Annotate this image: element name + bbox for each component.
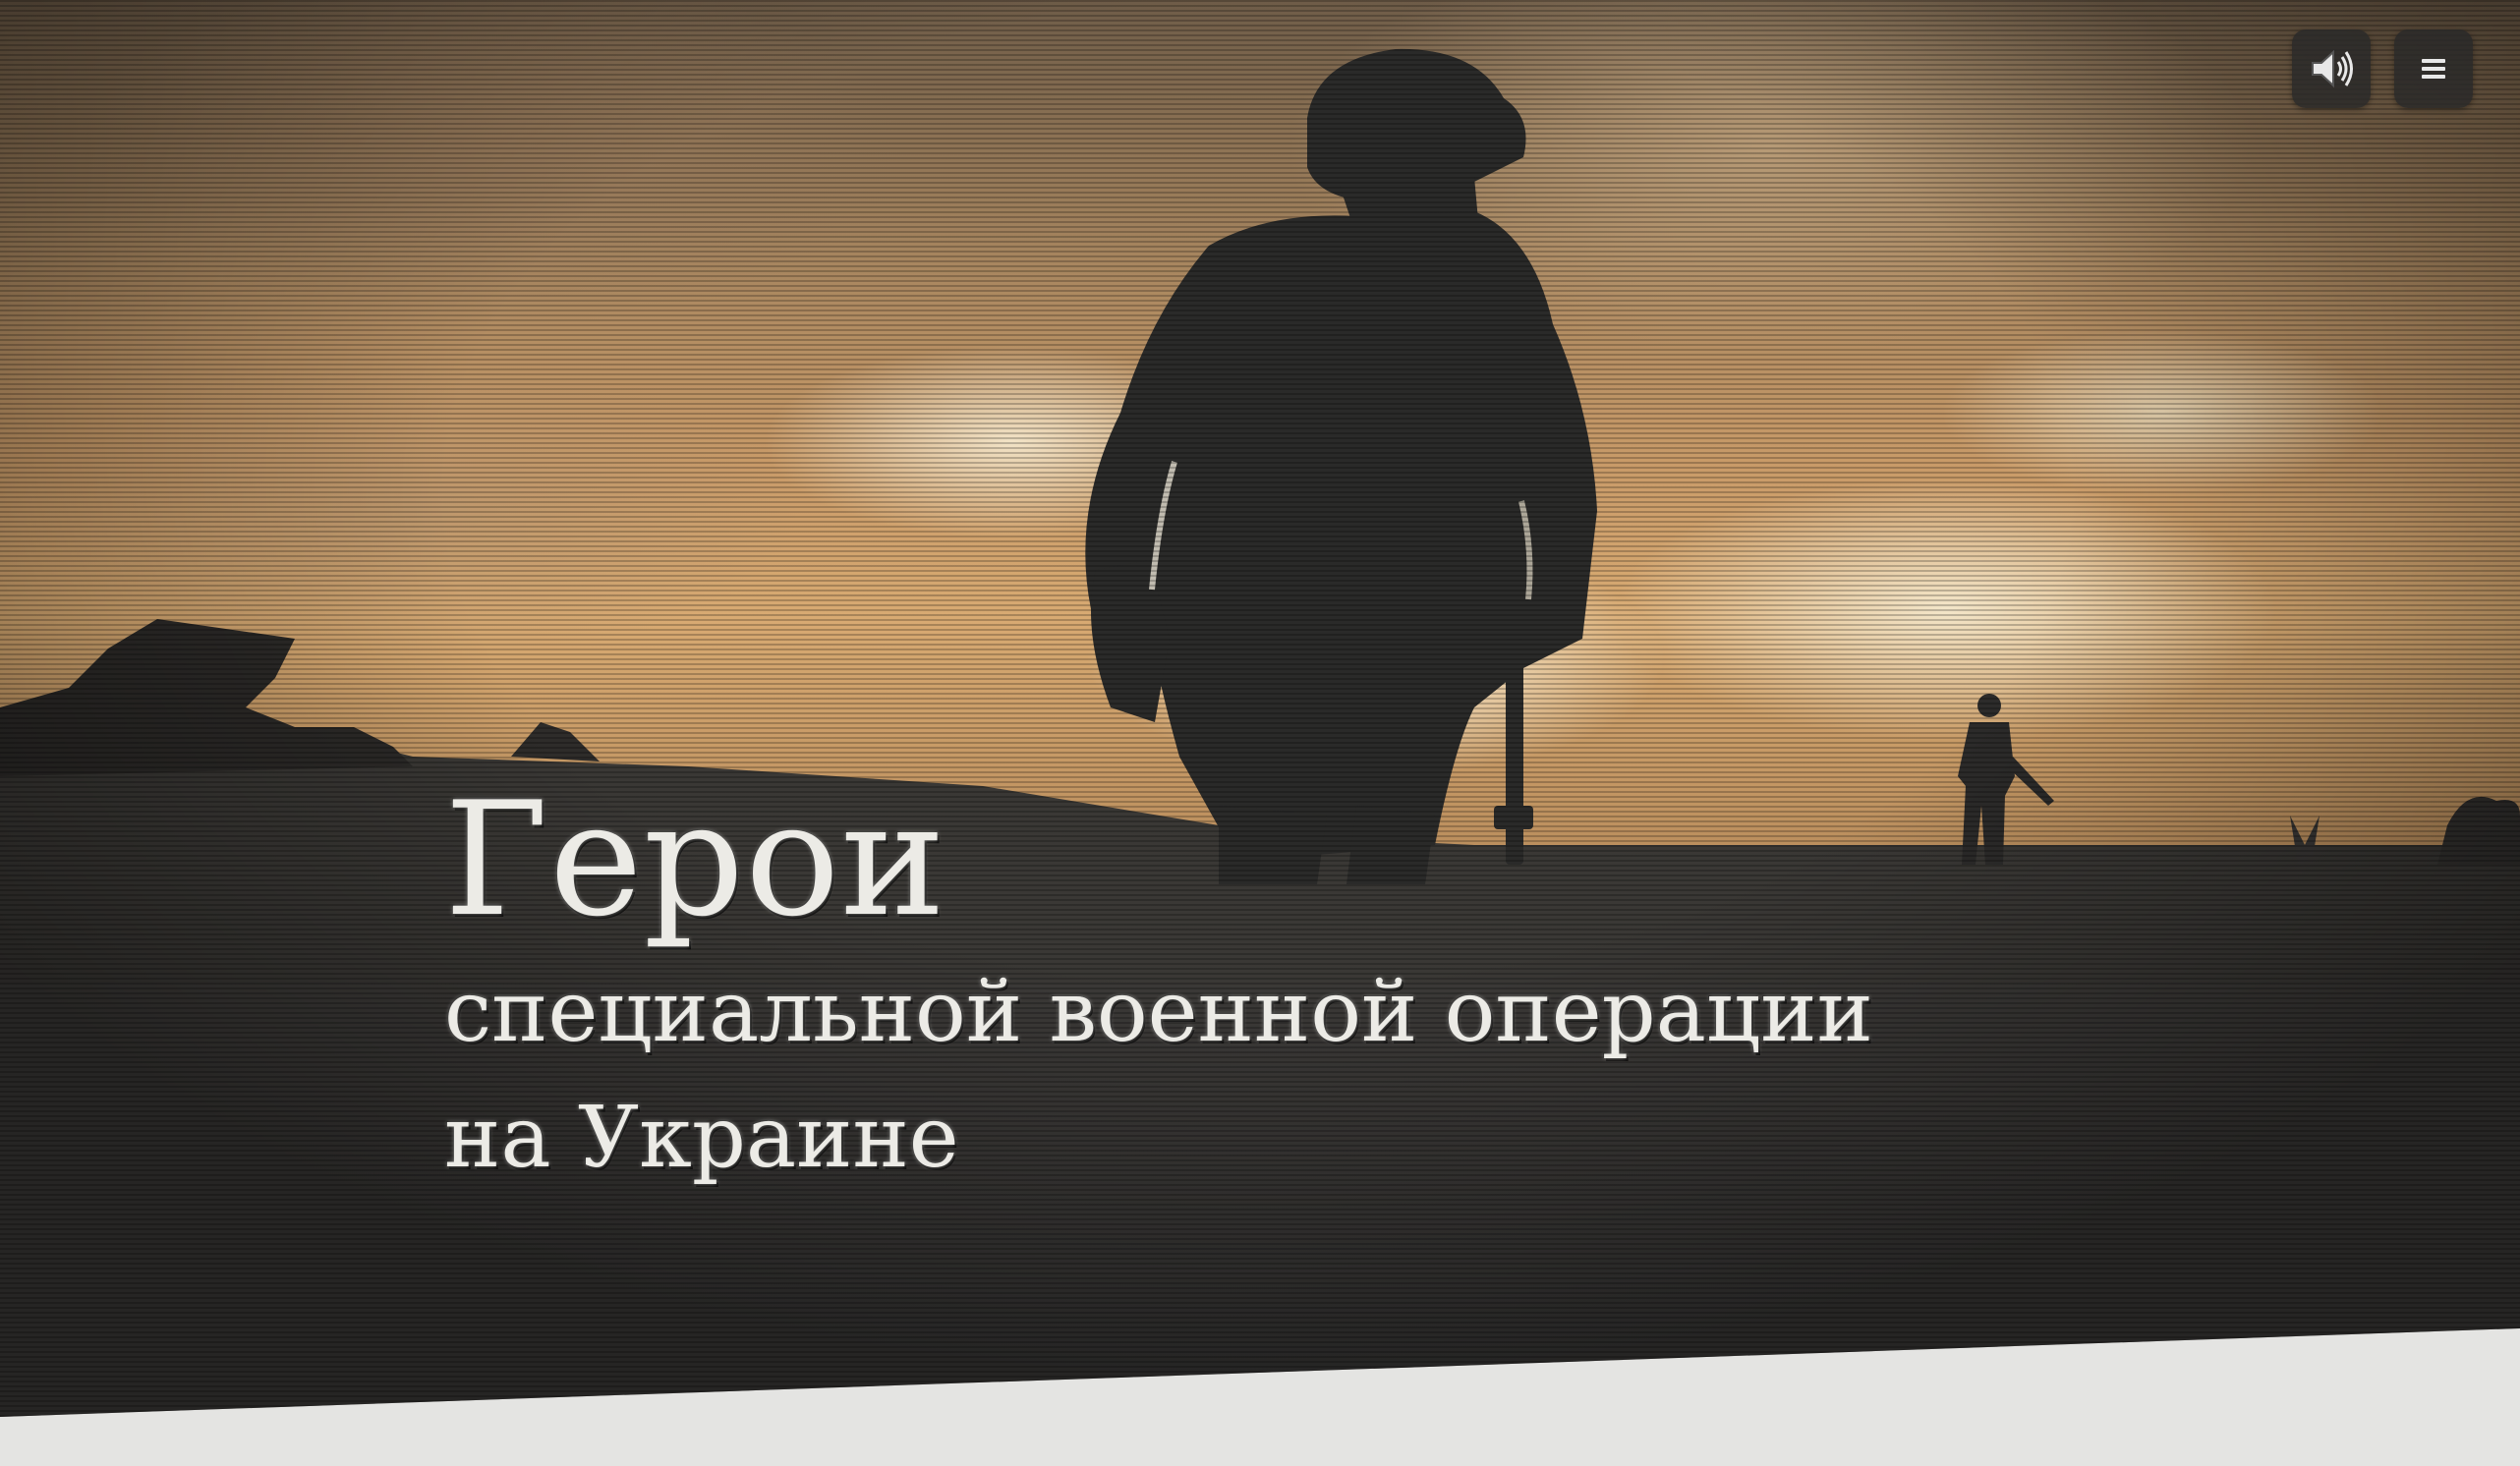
page: Герои специальной военной операции на Ук…	[0, 0, 2520, 1466]
speaker-icon	[2312, 49, 2353, 88]
sound-toggle-button[interactable]	[2292, 29, 2371, 108]
hero-subtitle-line-1: специальной военной операции	[444, 963, 1873, 1061]
hero-subtitle-line-2: на Украине	[444, 1089, 959, 1187]
hero-title-block: Герои специальной военной операции на Ук…	[444, 776, 1873, 1203]
hero-title: Герои	[444, 767, 947, 951]
hero-banner: Герои специальной военной операции на Ук…	[0, 0, 2520, 1417]
menu-button[interactable]	[2394, 29, 2473, 108]
hamburger-menu-icon	[2422, 59, 2445, 79]
